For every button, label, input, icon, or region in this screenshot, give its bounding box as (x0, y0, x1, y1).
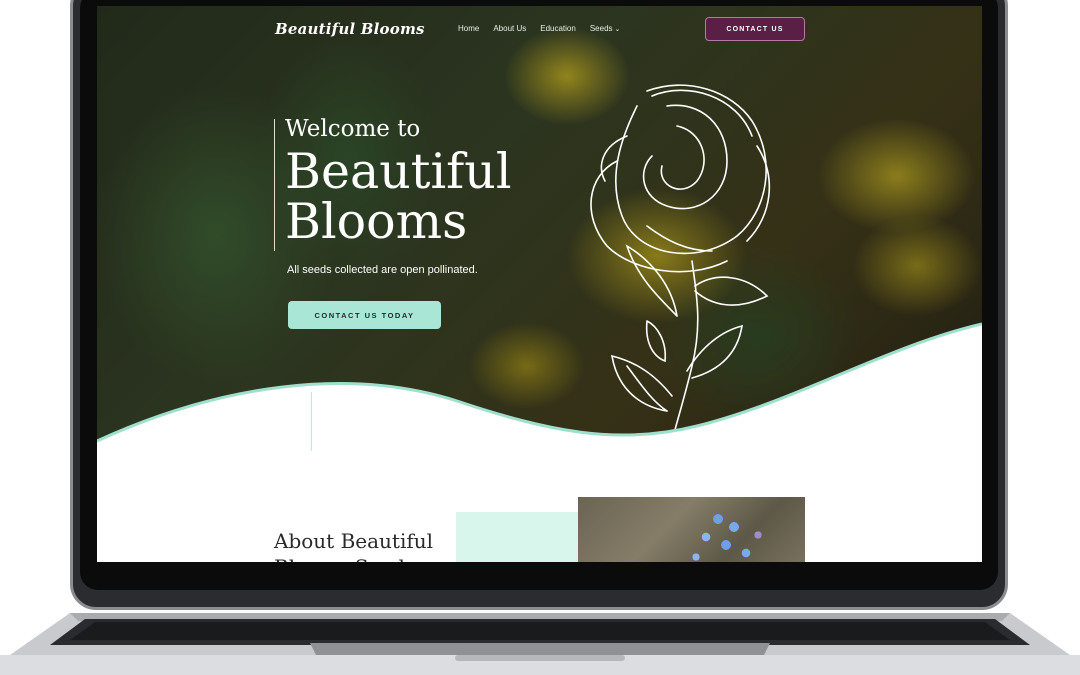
hero-accent-line (274, 119, 275, 251)
nav-item-home[interactable]: Home (458, 24, 479, 33)
contact-us-today-button[interactable]: CONTACT US TODAY (288, 301, 441, 329)
mint-accent-block (456, 512, 581, 562)
hero-section: Beautiful Blooms Home About Us Education… (97, 6, 982, 451)
top-navigation: Beautiful Blooms Home About Us Education… (97, 6, 982, 54)
section-divider-line (311, 392, 312, 451)
about-heading-line-2: Blooms Seeds (274, 554, 454, 562)
site-logo[interactable]: Beautiful Blooms (275, 20, 425, 38)
hero-title: Beautiful Blooms (285, 147, 585, 247)
nav-item-education[interactable]: Education (540, 24, 576, 33)
nav-item-about-us[interactable]: About Us (493, 24, 526, 33)
browser-viewport: Beautiful Blooms Home About Us Education… (97, 6, 982, 562)
hero-title-line-1: Beautiful (285, 143, 512, 200)
about-heading-line-1: About Beautiful (274, 529, 434, 553)
laptop-base (0, 613, 1080, 675)
contact-us-button[interactable]: CONTACT US (705, 17, 805, 41)
chevron-down-icon: ⌄ (614, 25, 621, 33)
hero-tagline: All seeds collected are open pollinated. (287, 264, 478, 276)
nav-menu: Home About Us Education Seeds ⌄ (458, 24, 620, 33)
hero-welcome-text: Welcome to (285, 116, 421, 142)
nav-item-seeds-label: Seeds (589, 24, 613, 33)
forget-me-not-photo (578, 497, 805, 562)
hero-title-line-2: Blooms (285, 193, 468, 250)
nav-item-seeds[interactable]: Seeds ⌄ (590, 24, 621, 33)
about-heading: About Beautiful Blooms Seeds (274, 528, 454, 562)
